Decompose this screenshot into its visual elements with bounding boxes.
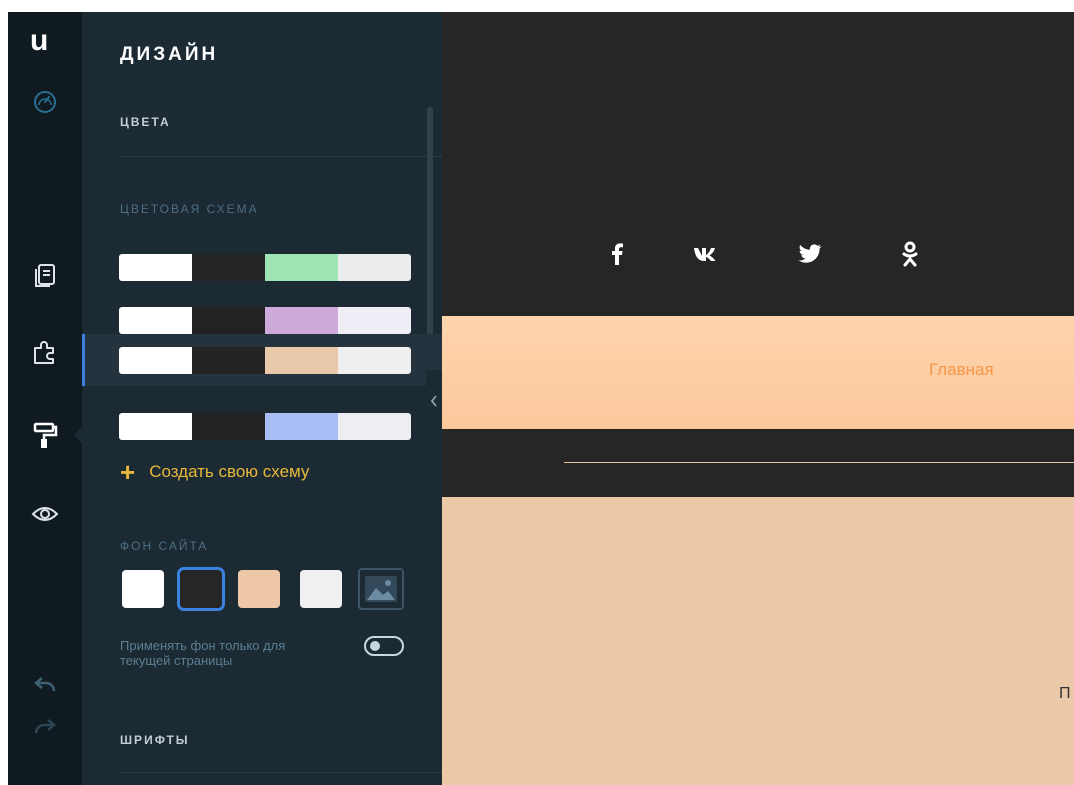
pages-icon[interactable]: [8, 250, 82, 302]
color-scheme-swatches: [119, 254, 411, 281]
color-scheme-option[interactable]: [82, 241, 442, 293]
color-swatch: [119, 413, 192, 440]
vk-icon[interactable]: [693, 240, 719, 268]
color-swatch: [338, 307, 411, 334]
color-scheme-option[interactable]: [82, 334, 442, 386]
color-scheme-swatches: [119, 307, 411, 334]
color-scheme-option[interactable]: [82, 400, 442, 452]
site-preview: Главная П: [442, 12, 1074, 785]
color-swatch: [265, 413, 338, 440]
background-color-swatch[interactable]: [180, 570, 222, 608]
color-swatch: [192, 347, 265, 374]
logo: u: [30, 24, 49, 57]
left-rail: u: [8, 12, 83, 785]
color-scheme-label: ЦВЕТОВАЯ СХЕМА: [120, 202, 259, 216]
background-color-swatch[interactable]: [122, 570, 164, 608]
paint-roller-icon[interactable]: [8, 410, 82, 462]
content-text: П: [1059, 685, 1071, 702]
color-swatch: [119, 307, 192, 334]
speedometer-icon[interactable]: [8, 76, 82, 128]
chevron-left-icon: [430, 395, 437, 407]
fonts-section-label[interactable]: ШРИФТЫ: [120, 733, 190, 747]
odnoklassniki-icon[interactable]: [902, 240, 918, 268]
panel-title: ДИЗАЙН: [120, 44, 219, 65]
background-color-swatch[interactable]: [238, 570, 280, 608]
color-swatch: [192, 307, 265, 334]
divider: [120, 772, 442, 773]
twitter-icon[interactable]: [798, 240, 822, 268]
color-swatch: [119, 254, 192, 281]
background-image-button[interactable]: [358, 568, 404, 610]
plus-icon: +: [120, 457, 136, 487]
color-swatch: [192, 254, 265, 281]
puzzle-icon[interactable]: [8, 326, 82, 378]
collapse-panel-button[interactable]: [426, 370, 442, 432]
content-section: [442, 497, 1074, 785]
redo-icon[interactable]: [8, 700, 82, 752]
color-swatch: [338, 254, 411, 281]
editor-frame: u ДИЗАЙН ЦВЕТА ЦВЕТОВАЯ СХЕМА + Создать …: [8, 12, 1074, 785]
color-swatch: [119, 347, 192, 374]
nav-link-home[interactable]: Главная: [929, 360, 994, 380]
divider-line: [564, 462, 1074, 463]
colors-section-label[interactable]: ЦВЕТА: [120, 115, 171, 129]
eye-icon[interactable]: [8, 488, 82, 540]
divider: [120, 156, 442, 157]
color-swatch: [265, 254, 338, 281]
color-swatch: [192, 413, 265, 440]
color-scheme-swatches: [119, 347, 411, 374]
design-panel: ДИЗАЙН ЦВЕТА ЦВЕТОВАЯ СХЕМА + Создать св…: [82, 12, 442, 785]
color-swatch: [338, 413, 411, 440]
image-icon: [365, 576, 397, 602]
create-scheme-label: Создать свою схему: [149, 462, 310, 481]
facebook-icon[interactable]: [611, 240, 623, 268]
site-background-label: ФОН САЙТА: [120, 539, 209, 553]
color-scheme-swatches: [119, 413, 411, 440]
background-color-swatch[interactable]: [300, 570, 342, 608]
toggle-knob: [370, 641, 380, 651]
color-swatch: [338, 347, 411, 374]
create-scheme-button[interactable]: + Создать свою схему: [120, 457, 309, 487]
color-swatch: [265, 307, 338, 334]
color-swatch: [265, 347, 338, 374]
apply-background-text: Применять фон только для текущей страниц…: [120, 638, 286, 668]
apply-background-toggle[interactable]: [364, 636, 404, 656]
